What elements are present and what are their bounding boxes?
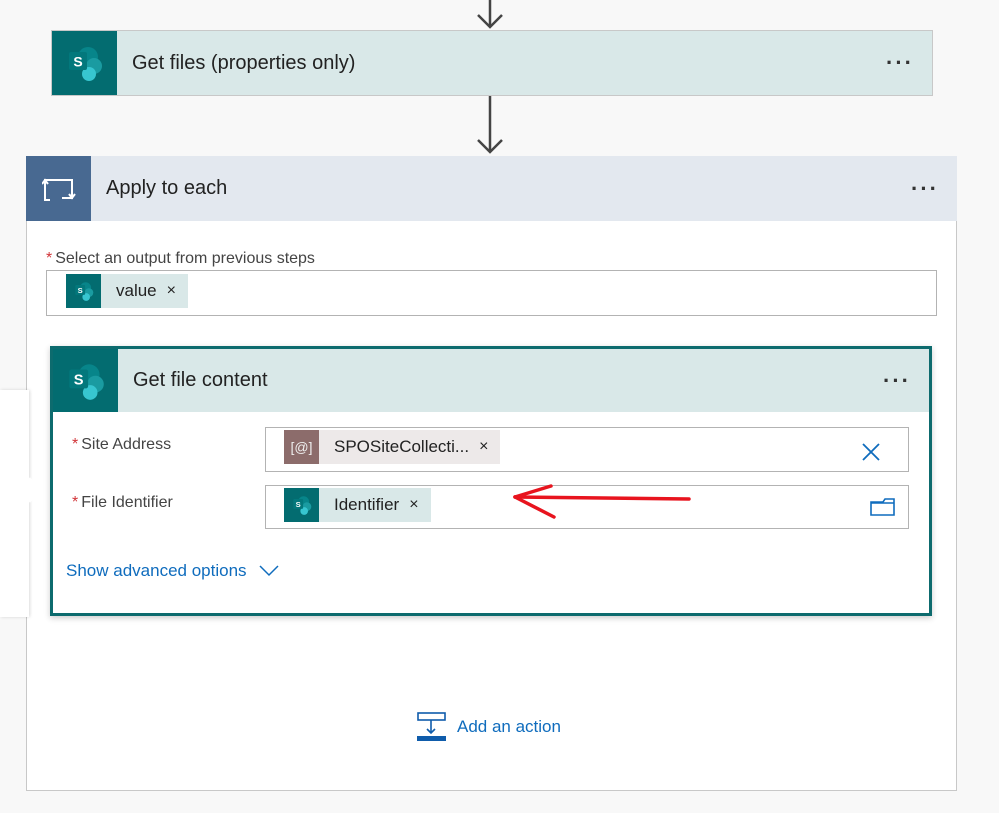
more-options-button[interactable]: ··· <box>911 176 939 202</box>
output-input[interactable]: S value × <box>46 270 937 316</box>
remove-token-button[interactable]: × <box>479 438 500 456</box>
remove-token-button[interactable]: × <box>167 282 188 300</box>
required-mark: * <box>46 250 53 267</box>
side-panel <box>0 390 29 617</box>
value-token: S value × <box>66 274 188 308</box>
required-mark: * <box>72 436 79 453</box>
chevron-down-icon <box>259 565 279 577</box>
token-label: Identifier <box>334 495 400 514</box>
site-address-label: * Site Address <box>72 436 171 454</box>
label-text: File Identifier <box>81 494 173 511</box>
step-title: Get files (properties only) <box>132 51 356 74</box>
output-label: * Select an output from previous steps <box>46 250 315 268</box>
svg-text:S: S <box>73 54 82 70</box>
sharepoint-icon: S <box>52 31 117 95</box>
remove-token-button[interactable]: × <box>409 496 430 514</box>
show-advanced-options-link[interactable]: Show advanced options <box>66 561 279 581</box>
required-mark: * <box>72 494 79 511</box>
site-collection-token: [@] SPOSiteCollecti... × <box>284 430 501 464</box>
svg-text:S: S <box>295 500 300 509</box>
sharepoint-icon: S <box>66 274 101 308</box>
sharepoint-icon: S <box>53 349 118 412</box>
link-text: Show advanced options <box>66 561 247 580</box>
more-options-button[interactable]: ··· <box>883 368 911 394</box>
variable-icon: [@] <box>284 430 319 464</box>
step-title: Get file content <box>133 369 268 391</box>
get-file-content-header[interactable]: S Get file content ··· <box>53 349 929 412</box>
loop-icon <box>26 156 91 221</box>
token-label: SPOSiteCollecti... <box>334 437 470 456</box>
get-files-card[interactable]: S Get files (properties only) ··· <box>51 30 933 96</box>
more-options-button[interactable]: ··· <box>886 50 914 76</box>
clear-icon[interactable] <box>862 443 880 461</box>
file-identifier-label: * File Identifier <box>72 494 173 512</box>
step-title: Apply to each <box>106 177 228 199</box>
add-action-button[interactable]: Add an action <box>417 712 561 742</box>
output-label-text: Select an output from previous steps <box>55 250 315 267</box>
sharepoint-icon: S <box>284 488 319 522</box>
svg-text:S: S <box>77 286 82 295</box>
file-identifier-input[interactable]: S Identifier × <box>265 485 909 529</box>
add-action-icon <box>417 712 446 741</box>
token-label: value <box>116 281 157 300</box>
site-address-input[interactable]: [@] SPOSiteCollecti... × <box>265 427 909 472</box>
label-text: Site Address <box>81 436 172 453</box>
apply-to-each-header[interactable]: Apply to each ··· <box>26 156 957 221</box>
add-action-label: Add an action <box>457 717 561 736</box>
identifier-token: S Identifier × <box>284 488 431 522</box>
svg-text:S: S <box>73 372 83 388</box>
folder-icon[interactable] <box>870 497 896 517</box>
